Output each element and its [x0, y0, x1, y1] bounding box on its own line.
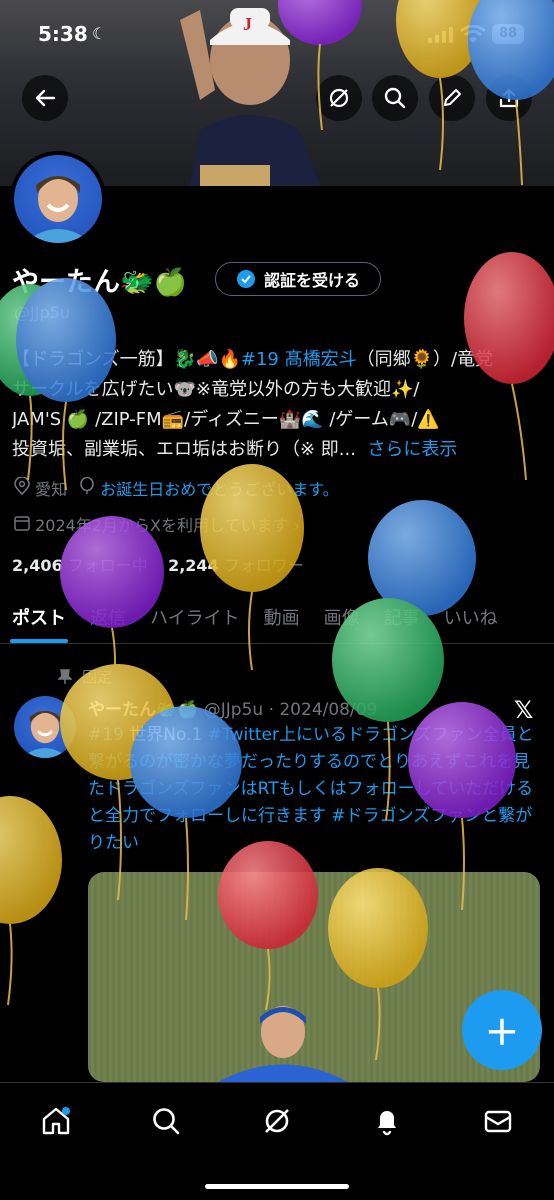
- get-verified-button[interactable]: 認証を受ける: [215, 262, 381, 296]
- get-verified-label: 認証を受ける: [263, 271, 360, 290]
- followers-label: フォロワー: [223, 556, 304, 575]
- tab-articles[interactable]: 記事: [372, 598, 432, 643]
- explore-icon: [153, 1108, 180, 1135]
- tab-videos[interactable]: 動画: [252, 598, 312, 643]
- follow-counts: 2,406 フォロー中 2,244 フォロワー: [12, 552, 304, 576]
- chevron-right-icon: ›: [293, 516, 300, 535]
- pinned-label: 固定: [82, 668, 113, 686]
- bio-line-3: JAM'S 🍏 /ZIP-FM📻/ディズニー🏰🌊 /ゲーム🎮/⚠️: [12, 409, 440, 430]
- nav-grok[interactable]: [257, 1101, 297, 1141]
- location-pin-icon: [14, 476, 30, 496]
- post-header[interactable]: やーたん🐲🍏 @JJp5u · 2024/08/09: [88, 695, 377, 720]
- balloon-icon: [80, 476, 94, 494]
- battery-indicator: 88: [492, 24, 524, 44]
- nav-explore[interactable]: [146, 1101, 186, 1141]
- following-link[interactable]: 2,406 フォロー中: [12, 556, 148, 575]
- calendar-icon: [14, 516, 30, 531]
- location: 愛知: [14, 476, 67, 500]
- pencil-icon: [444, 89, 461, 106]
- profile-name: やーたん🐲🍏: [12, 267, 188, 298]
- post-author-name: やーたん🐲🍏: [88, 700, 199, 720]
- edit-button[interactable]: [429, 75, 475, 121]
- status-bar: 5:38 ☾ 88: [0, 0, 554, 70]
- share-icon: [499, 88, 519, 108]
- post-handle-date: @JJp5u · 2024/08/09: [203, 700, 378, 720]
- location-text: 愛知: [35, 480, 68, 499]
- post-avatar-image: [21, 710, 69, 758]
- tab-posts[interactable]: ポスト: [0, 598, 78, 643]
- bio-line-4: 投資垢、副業垢、エロ垢はお断り（※ 即... さらに表示: [12, 439, 458, 460]
- tab-replies[interactable]: 返信: [78, 598, 138, 643]
- home-indicator: [205, 1184, 349, 1189]
- tab-likes[interactable]: いいね: [432, 598, 510, 643]
- share-button[interactable]: [486, 75, 532, 121]
- bio-line-2: サークルを広げたい🐨※竜党以外の方も大歓迎✨/: [12, 379, 420, 400]
- balloon-yellow-left-low: [0, 796, 62, 1006]
- back-arrow-icon: [35, 89, 56, 107]
- pin-icon: [58, 668, 72, 684]
- nav-messages[interactable]: [478, 1101, 518, 1141]
- bottom-nav: [0, 1082, 554, 1200]
- profile-avatar[interactable]: [10, 151, 106, 247]
- birthday: お誕生日おめでとうございます。: [79, 476, 339, 500]
- profile-tabs: ポスト 返信 ハイライト 動画 画像 記事 いいね: [0, 598, 554, 644]
- show-more-link[interactable]: さらに表示: [367, 439, 457, 460]
- tab-highlights[interactable]: ハイライト: [138, 598, 252, 643]
- followers-count: 2,244: [168, 556, 219, 575]
- grok-button[interactable]: [316, 75, 362, 121]
- home-icon: [42, 1107, 70, 1135]
- verified-badge-icon: [236, 270, 255, 288]
- do-not-disturb-icon: ☾: [92, 24, 107, 43]
- grok-icon: [329, 88, 349, 108]
- grok-nav-icon: [265, 1109, 289, 1133]
- compose-post-button[interactable]: +: [462, 990, 542, 1070]
- status-time: 5:38: [38, 22, 88, 46]
- search-icon: [384, 87, 406, 109]
- avatar-person-image: [24, 176, 92, 243]
- search-button[interactable]: [372, 75, 418, 121]
- birthday-text: お誕生日おめでとうございます。: [100, 480, 339, 499]
- followers-link[interactable]: 2,244 フォロワー: [168, 556, 304, 575]
- hashtag-19[interactable]: #19: [88, 725, 124, 745]
- plus-icon: +: [484, 1005, 520, 1055]
- mail-icon: [484, 1110, 512, 1133]
- balloon-blue-mid: [368, 500, 476, 691]
- signal-icon: [428, 27, 453, 43]
- bio-line-1: 【ドラゴンズ一筋】🐉📣🔥#19 髙橋宏斗（同郷🌻）/竜党: [12, 349, 494, 370]
- profile-bio: 【ドラゴンズ一筋】🐉📣🔥#19 髙橋宏斗（同郷🌻）/竜党 サークルを広げたい🐨※…: [12, 345, 542, 465]
- joined-date[interactable]: 2024年2月からXを利用しています ›: [14, 512, 300, 536]
- joined-text: 2024年2月からXを利用しています: [35, 516, 289, 535]
- x-logo-icon: 𝕏: [514, 696, 534, 724]
- nav-notifications[interactable]: [367, 1101, 407, 1141]
- following-label: フォロー中: [67, 556, 148, 575]
- profile-handle: @JJp5u: [14, 303, 70, 322]
- back-button[interactable]: [22, 75, 68, 121]
- pinned-indicator: 固定: [58, 666, 112, 687]
- post-author-avatar[interactable]: [14, 696, 76, 758]
- hashtag-link[interactable]: #19 髙橋宏斗: [241, 349, 357, 370]
- nav-home[interactable]: [36, 1101, 76, 1141]
- bell-icon: [378, 1111, 396, 1136]
- wifi-icon: [460, 25, 486, 43]
- profile-meta: 愛知 お誕生日おめでとうございます。: [14, 476, 339, 500]
- tab-images[interactable]: 画像: [312, 598, 372, 643]
- following-count: 2,406: [12, 556, 63, 575]
- post-text: #19 世界No.1 #Twitter上にいるドラゴンズファン全員と繋がるのが密…: [88, 725, 534, 853]
